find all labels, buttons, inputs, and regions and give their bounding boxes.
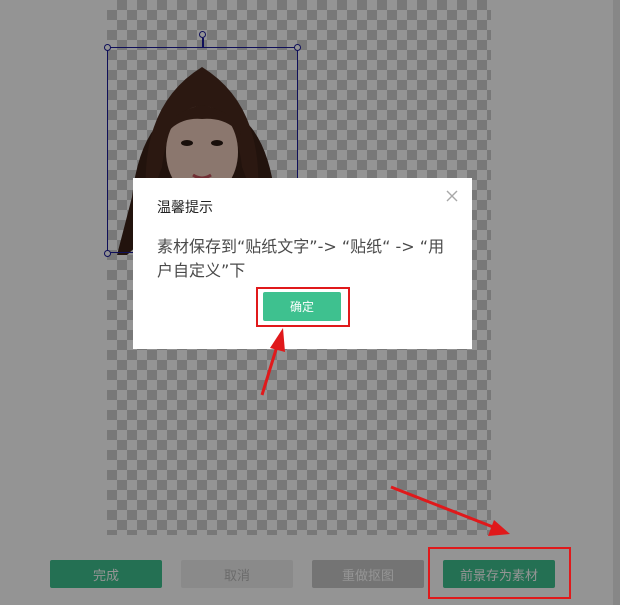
dialog-title: 温馨提示 [157, 200, 213, 216]
dialog-message: 素材保存到“贴纸文字”-> “贴纸“ -> “用户自定义”下 [157, 237, 445, 280]
save-highlight-box [428, 547, 571, 599]
confirm-highlight-box [256, 287, 350, 327]
close-icon[interactable] [442, 186, 462, 206]
